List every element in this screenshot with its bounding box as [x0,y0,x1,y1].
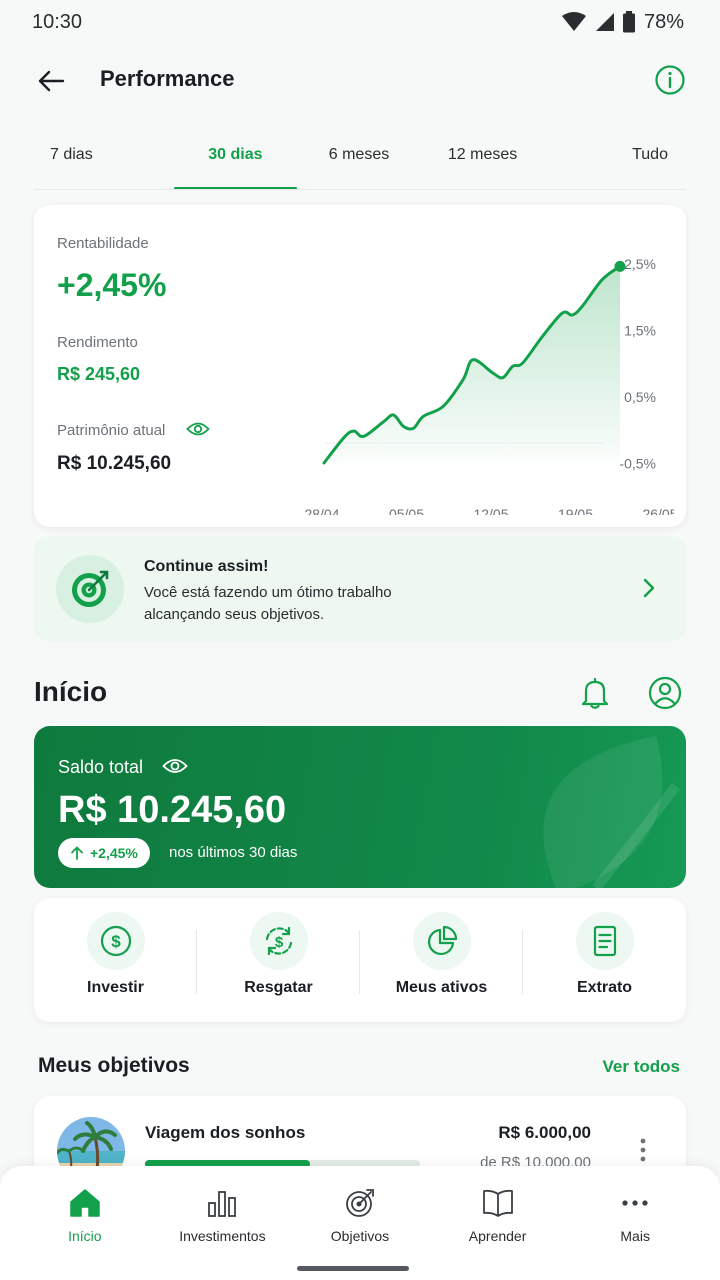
tabs-divider [34,189,686,190]
yield-label: Rendimento [57,334,138,351]
info-icon [655,65,685,95]
svg-text:$: $ [111,932,121,951]
motivation-text: Você está fazendo um ótimo trabalho alca… [144,584,392,623]
eye-icon[interactable] [162,756,188,776]
tab-6-meses[interactable]: 6 meses [297,120,421,190]
notifications-button[interactable] [578,676,612,710]
nav-objetivos-label: Objetivos [330,1228,390,1244]
nav-objetivos[interactable]: Objetivos [291,1166,429,1280]
profitability-value: +2,45% [57,267,167,303]
tab-tudo[interactable]: Tudo [544,120,686,190]
x-tick-label: 12/05 [473,506,508,515]
my-assets-label: Meus ativos [395,979,488,996]
nav-mais-label: Mais [620,1228,650,1244]
home-icon [68,1186,102,1220]
nav-inicio[interactable]: Início [16,1166,154,1280]
redeem-label: Resgatar [244,979,313,996]
goal-amount: R$ 6.000,00 [498,1123,591,1142]
status-indicators: 78% [561,10,684,34]
balance-change-badge: +2,45% [58,838,150,868]
x-tick-label: 28/04 [304,506,339,515]
chevron-right-icon [643,578,655,598]
tab-7-dias[interactable]: 7 dias [34,120,174,190]
nav-aprender-label: Aprender [468,1228,527,1244]
nav-investimentos[interactable]: Investimentos [154,1166,292,1280]
status-bar: 10:30 78% [0,0,720,44]
x-tick-label: 19/05 [558,506,593,515]
document-icon [575,912,634,970]
redeem-button[interactable]: $ Resgatar [197,898,360,1022]
y-tick-label: 0,5% [624,389,656,405]
x-tick-label: 26/05 [642,506,674,515]
nav-mais[interactable]: Mais [566,1166,704,1280]
balance-value: R$ 10.245,60 [58,789,287,831]
pie-chart-icon [412,912,471,970]
quick-actions: $ Investir $ Resgatar Meus ativos Extrat… [34,898,686,1022]
invest-button[interactable]: $ Investir [34,898,197,1022]
equity-label: Patrimônio atual [57,422,166,439]
yield-value: R$ 245,60 [57,364,141,384]
bell-icon [581,677,609,709]
motivation-title: Continue assim! [144,558,269,575]
arrow-up-icon [71,846,83,860]
performance-chart: 2,5% 1,5% 0,5% -0,5% 28/04 05/05 12/05 19/05 26… [304,256,674,515]
profitability-label: Rentabilidade [57,235,149,252]
status-time: 10:30 [32,10,83,33]
nav-aprender[interactable]: Aprender [429,1166,567,1280]
back-button[interactable] [34,64,68,98]
user-circle-icon [648,676,682,710]
nav-investimentos-label: Investimentos [179,1228,266,1244]
x-tick-label: 05/05 [389,506,424,515]
equity-value: R$ 10.245,60 [57,453,172,474]
y-tick-label: 1,5% [624,323,656,339]
balance-label: Saldo total [58,757,144,777]
dollar-refresh-icon: $ [249,912,308,970]
target-icon [343,1186,377,1220]
period-tabs: 7 dias 30 dias 6 meses 12 meses Tudo [0,120,720,190]
y-tick-label: 2,5% [624,256,656,272]
info-button[interactable] [654,64,686,96]
tab-12-meses[interactable]: 12 meses [421,120,545,190]
balance-period: nos últimos 30 dias [169,844,298,861]
target-icon-badge [56,555,124,623]
tab-30-dias[interactable]: 30 dias [173,120,298,190]
wifi-icon [561,12,586,31]
more-icon [618,1186,652,1220]
balance-change: +2,45% [90,845,138,861]
bottom-navigation: Início Investimentos Objetivos Aprender … [0,1166,720,1280]
performance-card: Rentabilidade +2,45% Rendimento R$ 245,6… [34,205,686,527]
see-all-goals-link[interactable]: Ver todos [603,1057,680,1077]
profile-button[interactable] [648,676,682,710]
balance-card: Saldo total R$ 10.245,60 +2,45% nos últi… [34,726,686,888]
goal-name: Viagem dos sonhos [145,1123,306,1142]
home-section-title: Início [34,676,108,707]
statement-button[interactable]: Extrato [523,898,686,1022]
statement-label: Extrato [576,979,633,996]
eye-icon[interactable] [186,420,210,438]
motivation-banner[interactable]: Continue assim! Você está fazendo um óti… [34,536,686,642]
nav-inicio-label: Início [68,1228,102,1244]
arrow-left-icon [38,70,65,92]
target-arrow-icon [72,570,109,607]
signal-icon [595,13,614,31]
y-tick-label: -0,5% [619,456,656,472]
more-vertical-icon[interactable] [640,1138,646,1162]
battery-level: 78% [643,10,684,33]
book-icon [481,1186,515,1220]
page-title: Performance [100,66,235,91]
my-assets-button[interactable]: Meus ativos [360,898,523,1022]
invest-label: Investir [87,979,144,996]
header: Performance [0,52,720,108]
bar-chart-icon [205,1186,239,1220]
dollar-coin-icon: $ [86,912,145,970]
leaf-decoration [543,736,680,888]
battery-icon [622,11,635,33]
svg-text:$: $ [274,934,283,951]
goals-title: Meus objetivos [38,1054,190,1077]
home-indicator [297,1266,409,1271]
